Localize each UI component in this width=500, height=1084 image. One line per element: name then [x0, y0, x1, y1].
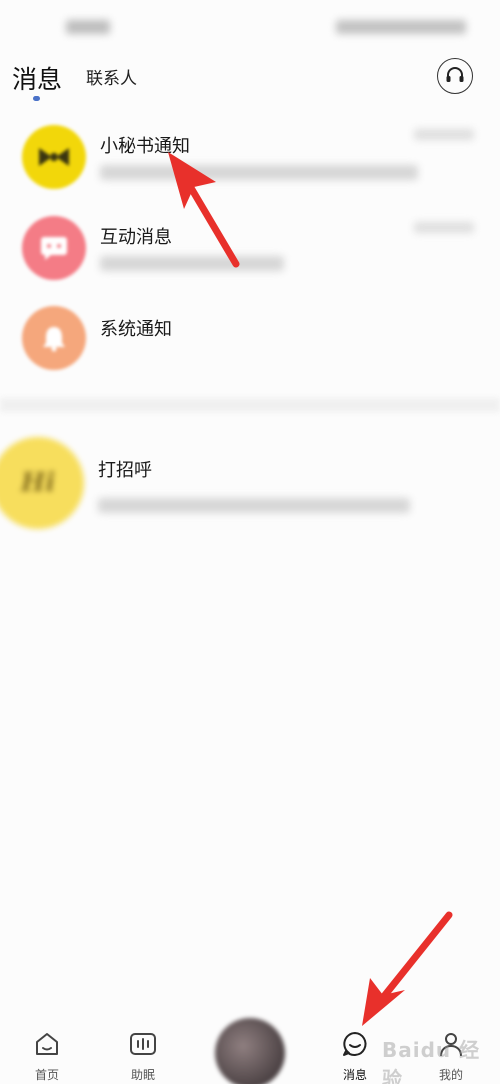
chat-bubble-icon	[41, 237, 67, 260]
secretary-avatar	[22, 125, 86, 189]
conversation-title: 系统通知	[100, 319, 172, 340]
conversation-secretary-notice[interactable]: 小秘书通知	[0, 112, 500, 202]
message-icon	[343, 1032, 367, 1056]
greeting-avatar-text: Hi	[20, 468, 56, 498]
active-tab-indicator	[33, 96, 40, 101]
status-icons-blurred	[336, 20, 466, 34]
tab-sleep-aid[interactable]: 助眠	[113, 1012, 173, 1084]
tab-home-label: 首页	[34, 1068, 59, 1082]
tab-home[interactable]: 首页	[17, 1012, 77, 1084]
sleep-aid-icon	[130, 1033, 156, 1055]
system-notice-avatar	[22, 306, 86, 370]
message-preview-blurred	[100, 256, 284, 271]
headset-icon	[446, 67, 464, 82]
timestamp-blurred	[414, 222, 474, 233]
tab-sleep-aid-label: 助眠	[130, 1068, 155, 1082]
header: 消息 联系人	[0, 50, 500, 106]
section-divider	[0, 398, 500, 412]
conversation-interactions[interactable]: 互动消息	[0, 202, 500, 292]
timestamp-blurred	[414, 129, 474, 140]
message-preview-blurred	[98, 498, 410, 513]
status-time-blurred	[66, 20, 110, 34]
center-avatar-button[interactable]	[215, 1018, 285, 1084]
baidu-watermark: Baidu 经验	[382, 1038, 481, 1084]
bell-icon	[43, 327, 65, 352]
message-preview-blurred	[100, 165, 418, 180]
tab-messages[interactable]: 消息	[12, 60, 62, 96]
tab-messages-bottom[interactable]: 消息	[325, 1012, 385, 1084]
interactions-avatar	[22, 216, 86, 280]
conversation-title: 互动消息	[100, 227, 172, 248]
status-bar	[0, 0, 500, 50]
bowtie-icon	[39, 148, 69, 166]
conversation-title: 打招呼	[98, 460, 152, 481]
tab-contacts[interactable]: 联系人	[86, 64, 137, 89]
home-icon	[36, 1033, 58, 1055]
conversation-system-notice[interactable]: 系统通知	[0, 292, 500, 382]
conversation-title: 小秘书通知	[100, 136, 190, 157]
tab-messages-bottom-label: 消息	[342, 1068, 367, 1082]
customer-service-button[interactable]	[437, 58, 473, 94]
